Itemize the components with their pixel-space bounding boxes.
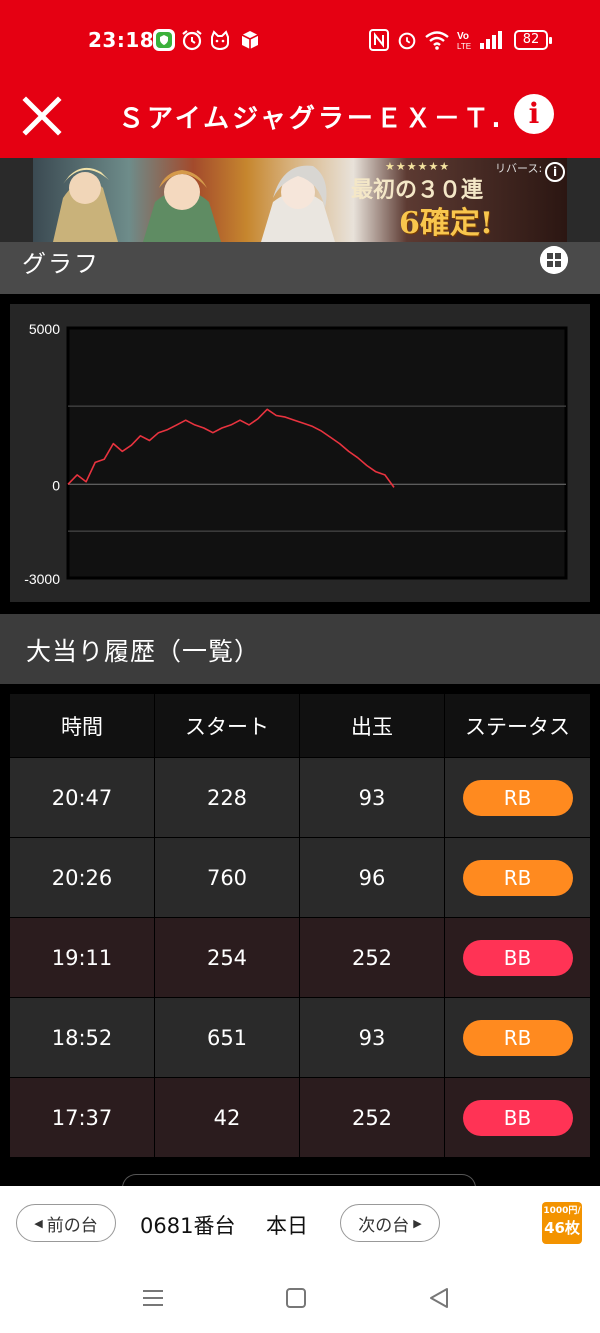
start-cell: 651 (155, 998, 300, 1077)
app-bar: ＳアイムジャグラーＥＸ－Ｔ… i (0, 80, 600, 158)
time-cell: 19:11 (10, 918, 155, 997)
bottom-bar: ◀ 前の台 0681番台 本日 次の台 ▶ 1000円/ 46枚 (0, 1186, 600, 1333)
volte-icon: Vo LTE (457, 31, 471, 51)
svg-text:LTE: LTE (457, 42, 471, 51)
cat-icon (211, 30, 229, 51)
status-cell: BB (445, 1078, 590, 1157)
back-icon[interactable] (426, 1286, 452, 1310)
table-row: 20:26 760 96 RB (10, 838, 590, 918)
svg-text:Vo: Vo (457, 31, 469, 42)
history-table: 時間 スタート 出玉 ステータス 20:47 228 93 RB 20:26 760 96 R… (10, 694, 590, 1158)
next-machine-button[interactable]: 次の台 ▶ (340, 1204, 440, 1242)
y-tick-label: -3000 (24, 571, 60, 587)
battery-icon: 82 (514, 30, 552, 50)
status-cell: RB (445, 998, 590, 1077)
payout-cell: 93 (300, 758, 445, 837)
ad-character-2 (143, 170, 221, 242)
line-icon (153, 29, 175, 51)
table-body: 20:47 228 93 RB 20:26 760 96 RB 19:11 254 252 BB 18:… (10, 758, 590, 1158)
coin-rate-bottom: 46枚 (544, 1219, 580, 1237)
time-cell: 20:26 (10, 838, 155, 917)
status-time: 23:18 (88, 28, 155, 52)
prev-machine-button[interactable]: ◀ 前の台 (16, 1204, 116, 1242)
status-badge: RB (462, 1019, 573, 1056)
box-icon (241, 31, 259, 49)
graph-title: グラフ (22, 250, 100, 278)
next-machine-label: 次の台 (358, 1215, 410, 1236)
chevron-right-icon: ▶ (413, 1216, 422, 1230)
column-header: ステータス (465, 714, 570, 739)
ad-banner[interactable]: ★★★★★★ 最初の３０連 6確定! リバース: i (33, 158, 567, 242)
menu-icon[interactable] (140, 1286, 166, 1310)
status-cell: RB (445, 758, 590, 837)
home-icon[interactable] (283, 1286, 309, 1310)
grid-icon[interactable] (540, 246, 568, 274)
close-icon[interactable] (20, 94, 64, 138)
status-cell: BB (445, 918, 590, 997)
status-badge: BB (462, 939, 573, 976)
ad-brand: リバース: (495, 162, 543, 175)
column-header: 時間 (10, 694, 155, 757)
column-header: 出玉 (300, 694, 445, 757)
signal-icon (480, 31, 502, 49)
payout-cell: 96 (300, 838, 445, 917)
start-cell: 228 (155, 758, 300, 837)
table-row: 20:47 228 93 RB (10, 758, 590, 838)
y-tick-label: 0 (52, 477, 60, 493)
graph-panel: 5000 0 -3000 (10, 304, 590, 602)
plot-area (66, 326, 568, 580)
payout-cell: 252 (300, 918, 445, 997)
alarm-icon (182, 30, 202, 51)
page-title: ＳアイムジャグラーＥＸ－Ｔ… (118, 104, 498, 134)
start-cell: 42 (155, 1078, 300, 1157)
column-header: スタート (155, 694, 300, 757)
wifi-icon (425, 31, 449, 50)
nfc-icon (369, 29, 389, 51)
start-cell: 760 (155, 838, 300, 917)
status-bar: 23:18 Vo LTE 82 (0, 0, 600, 80)
status-badge: RB (462, 779, 573, 816)
status-badge: RB (462, 859, 573, 896)
coin-rate-badge[interactable]: 1000円/ 46枚 (542, 1202, 582, 1244)
info-icon[interactable]: i (514, 94, 554, 134)
ad-character-1 (53, 167, 118, 242)
status-cell: RB (445, 838, 590, 917)
ad-info-icon[interactable]: i (545, 162, 565, 182)
start-cell: 254 (155, 918, 300, 997)
ad-character-3 (261, 165, 335, 242)
prev-machine-label: 前の台 (46, 1215, 98, 1236)
chevron-left-icon: ◀ (34, 1216, 43, 1230)
table-header-row: 時間 スタート 出玉 ステータス (10, 694, 590, 758)
line-chart: 5000 0 -3000 (24, 321, 568, 587)
history-title: 大当り履歴（一覧） (26, 637, 261, 666)
machine-number: 0681番台 (140, 1214, 236, 1238)
graph-section-header: グラフ (0, 242, 600, 294)
y-tick-label: 5000 (29, 321, 60, 337)
time-cell: 20:47 (10, 758, 155, 837)
ad-subline: 6確定! (399, 206, 494, 241)
time-cell: 17:37 (10, 1078, 155, 1157)
table-row: 19:11 254 252 BB (10, 918, 590, 998)
history-section-header: 大当り履歴（一覧） (0, 614, 600, 684)
table-row: 17:37 42 252 BB (10, 1078, 590, 1158)
payout-cell: 252 (300, 1078, 445, 1157)
day-label[interactable]: 本日 (266, 1210, 308, 1240)
ad-banner-area: ★★★★★★ 最初の３０連 6確定! リバース: i (0, 158, 600, 242)
payout-cell: 93 (300, 998, 445, 1077)
status-badge: BB (462, 1099, 573, 1136)
coin-rate-top: 1000円/ (543, 1206, 581, 1216)
alarm-icon (398, 32, 416, 50)
table-row: 18:52 651 93 RB (10, 998, 590, 1078)
time-cell: 18:52 (10, 998, 155, 1077)
